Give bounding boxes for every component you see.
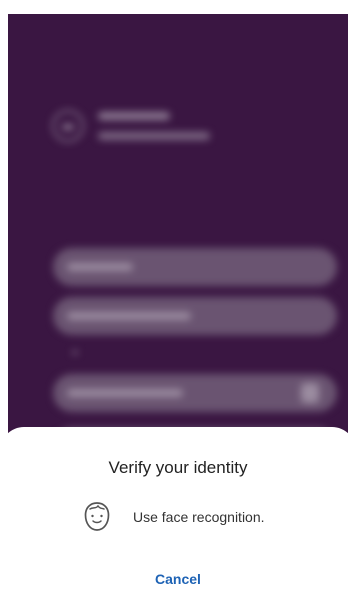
blurred-brand-subtitle [98, 132, 210, 140]
blurred-logo-icon [52, 110, 84, 142]
verify-identity-sheet: Verify your identity Use face recognitio… [0, 427, 356, 615]
blurred-user-field [53, 248, 337, 286]
face-recognition-icon [79, 499, 115, 535]
cancel-button[interactable]: Cancel [146, 568, 210, 590]
blurred-secondary-field [53, 374, 337, 412]
blurred-field-icon [301, 383, 319, 403]
blurred-field-text [67, 263, 133, 271]
face-recognition-option: Use face recognition. [79, 499, 299, 533]
blurred-brand-name [98, 112, 170, 120]
blurred-passcode-field [53, 297, 337, 335]
biometric-screen: Verify your identity Use face recognitio… [0, 0, 356, 615]
sheet-title: Verify your identity [108, 458, 248, 477]
blurred-helper-mark [72, 351, 78, 354]
blurred-field-text [67, 312, 191, 320]
blurred-field-text [67, 389, 183, 397]
face-recognition-label: Use face recognition. [133, 509, 265, 525]
